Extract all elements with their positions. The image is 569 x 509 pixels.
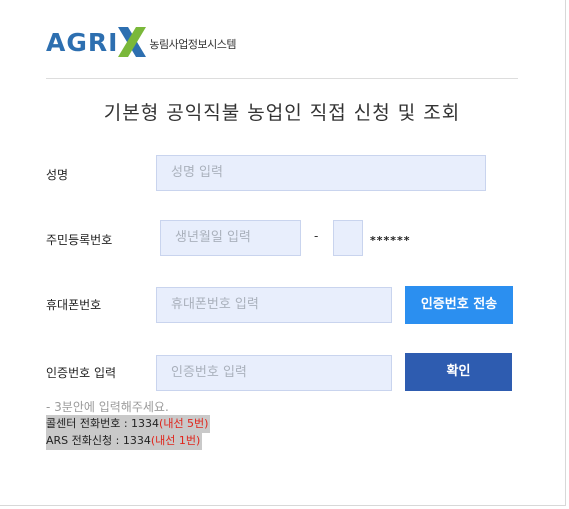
logo-x-icon	[118, 27, 147, 57]
phone-input[interactable]: 휴대폰번호 입력	[156, 287, 392, 323]
ars-info: ARS 전화신청 : 1334(내선 1번)	[46, 432, 203, 450]
ars-ext: (내선 1번)	[150, 434, 201, 447]
agrix-logo: AGRI 농림사업정보시스템	[46, 24, 237, 60]
phone-label: 휴대폰번호	[46, 298, 102, 312]
name-label: 성명	[46, 168, 69, 182]
confirm-button[interactable]: 확인	[405, 353, 512, 391]
rrn-front-input[interactable]: 생년월일 입력	[160, 220, 301, 256]
auth-label: 인증번호 입력	[46, 366, 117, 380]
call-center-ext: (내선 5번)	[159, 417, 209, 430]
rrn-separator: -	[314, 229, 319, 243]
send-code-button[interactable]: 인증번호 전송	[405, 286, 513, 324]
time-limit-hint: - 3분안에 입력해주세요.	[46, 400, 169, 414]
ars-text: ARS 전화신청 : 1334	[46, 434, 151, 447]
auth-code-input[interactable]: 인증번호 입력	[156, 355, 392, 391]
rrn-label: 주민등록번호	[46, 233, 113, 247]
call-center-text: 콜센터 전화번호 : 1334	[46, 417, 160, 430]
rrn-back-input[interactable]	[333, 220, 363, 256]
header-divider	[46, 78, 518, 79]
rrn-masked-text: ******	[370, 234, 411, 247]
logo-text: AGRI	[46, 27, 119, 57]
page-title: 기본형 공익직불 농업인 직접 신청 및 조회	[103, 102, 461, 124]
call-center-info: 콜센터 전화번호 : 1334(내선 5번)	[46, 415, 211, 433]
logo-subtitle: 농림사업정보시스템	[149, 38, 237, 51]
name-input[interactable]: 성명 입력	[156, 155, 486, 191]
